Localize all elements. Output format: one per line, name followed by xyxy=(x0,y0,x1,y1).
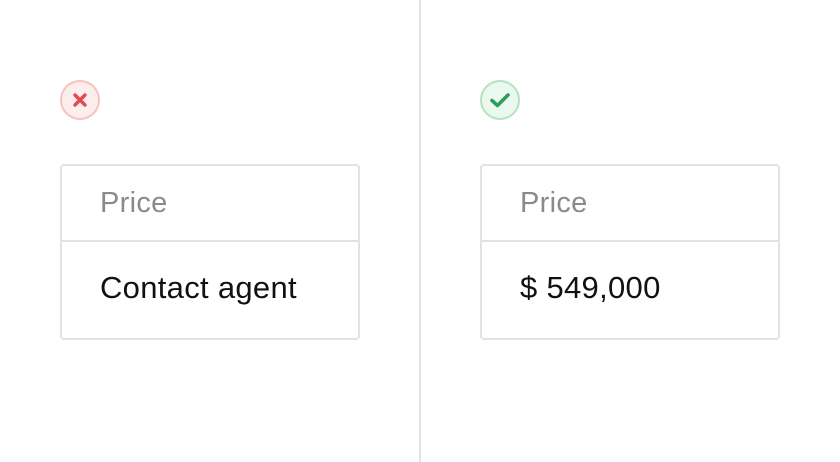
check-icon xyxy=(490,93,510,108)
price-value: $ 549,000 xyxy=(520,270,661,305)
good-example-panel: Price $ 549,000 xyxy=(420,0,840,462)
price-value: Contact agent xyxy=(100,270,297,305)
correct-badge xyxy=(480,80,520,120)
close-icon xyxy=(73,93,87,107)
bad-example-panel: Price Contact agent xyxy=(0,0,420,462)
price-card: Price $ 549,000 xyxy=(480,164,780,340)
incorrect-badge xyxy=(60,80,100,120)
price-label: Price xyxy=(482,166,778,242)
price-card: Price Contact agent xyxy=(60,164,360,340)
price-label: Price xyxy=(62,166,358,242)
